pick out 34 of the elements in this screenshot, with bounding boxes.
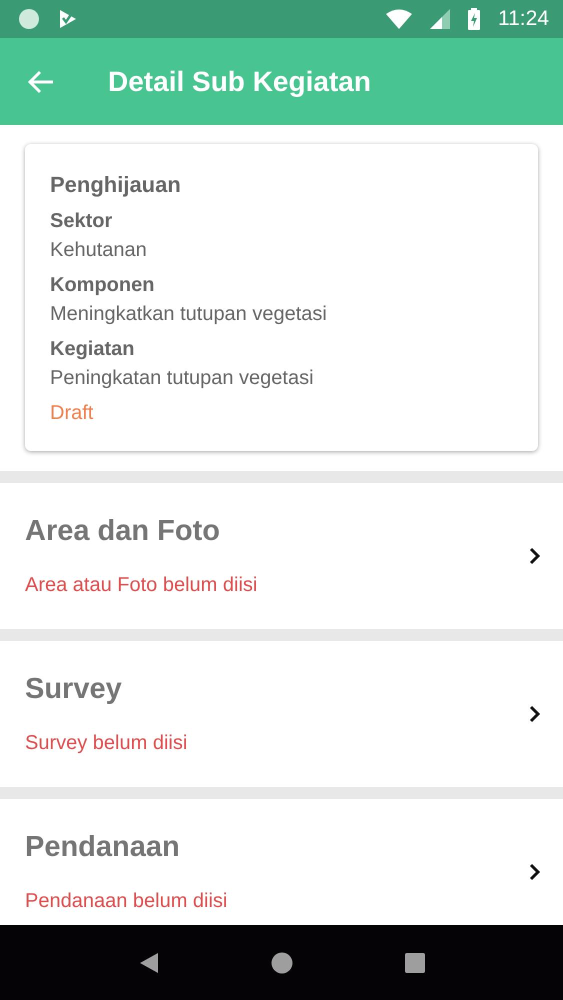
square-recents-icon	[404, 952, 424, 972]
check-notification-icon	[58, 9, 78, 29]
card-title: Penghijauan	[50, 172, 182, 198]
section-note: Survey belum diisi	[25, 732, 188, 755]
field-label: Komponen	[50, 274, 156, 297]
status-text: Draft	[50, 402, 94, 425]
section-item[interactable]: Pendanaan Pendanaan belum diisi	[0, 799, 563, 925]
chevron-right-icon	[529, 705, 541, 723]
battery-icon	[468, 8, 480, 30]
field-value: Peningkatan tutupan vegetasi	[50, 367, 315, 390]
triangle-back-icon	[138, 952, 158, 974]
field-value: Meningkatkan tutupan vegetasi	[50, 303, 328, 326]
section-title: Pendanaan	[25, 831, 181, 864]
field-value: Kehutanan	[50, 239, 148, 262]
signal-icon	[430, 9, 450, 29]
section-title: Survey	[25, 673, 123, 706]
back-arrow-icon	[28, 70, 54, 94]
nav-back-button[interactable]	[138, 952, 158, 974]
screen-title: Detail Sub Kegiatan	[108, 66, 371, 98]
field-label: Sektor	[50, 210, 114, 233]
nav-home-button[interactable]	[270, 952, 292, 974]
section-title: Area dan Foto	[25, 515, 221, 548]
chevron-right-icon	[529, 547, 541, 565]
section-note: Area atau Foto belum diisi	[25, 574, 258, 597]
circle-home-icon	[270, 952, 292, 974]
section-item[interactable]: Survey Survey belum diisi	[0, 641, 563, 787]
wifi-icon	[386, 9, 412, 29]
section-note: Pendanaan belum diisi	[25, 890, 228, 913]
nav-recents-button[interactable]	[404, 952, 424, 972]
chevron-right-icon	[529, 863, 541, 881]
status-time: 11:24	[498, 7, 549, 31]
section-item[interactable]: Area dan Foto Area atau Foto belum diisi	[0, 483, 563, 629]
app-notification-icon	[18, 8, 40, 30]
field-label: Kegiatan	[50, 338, 136, 361]
